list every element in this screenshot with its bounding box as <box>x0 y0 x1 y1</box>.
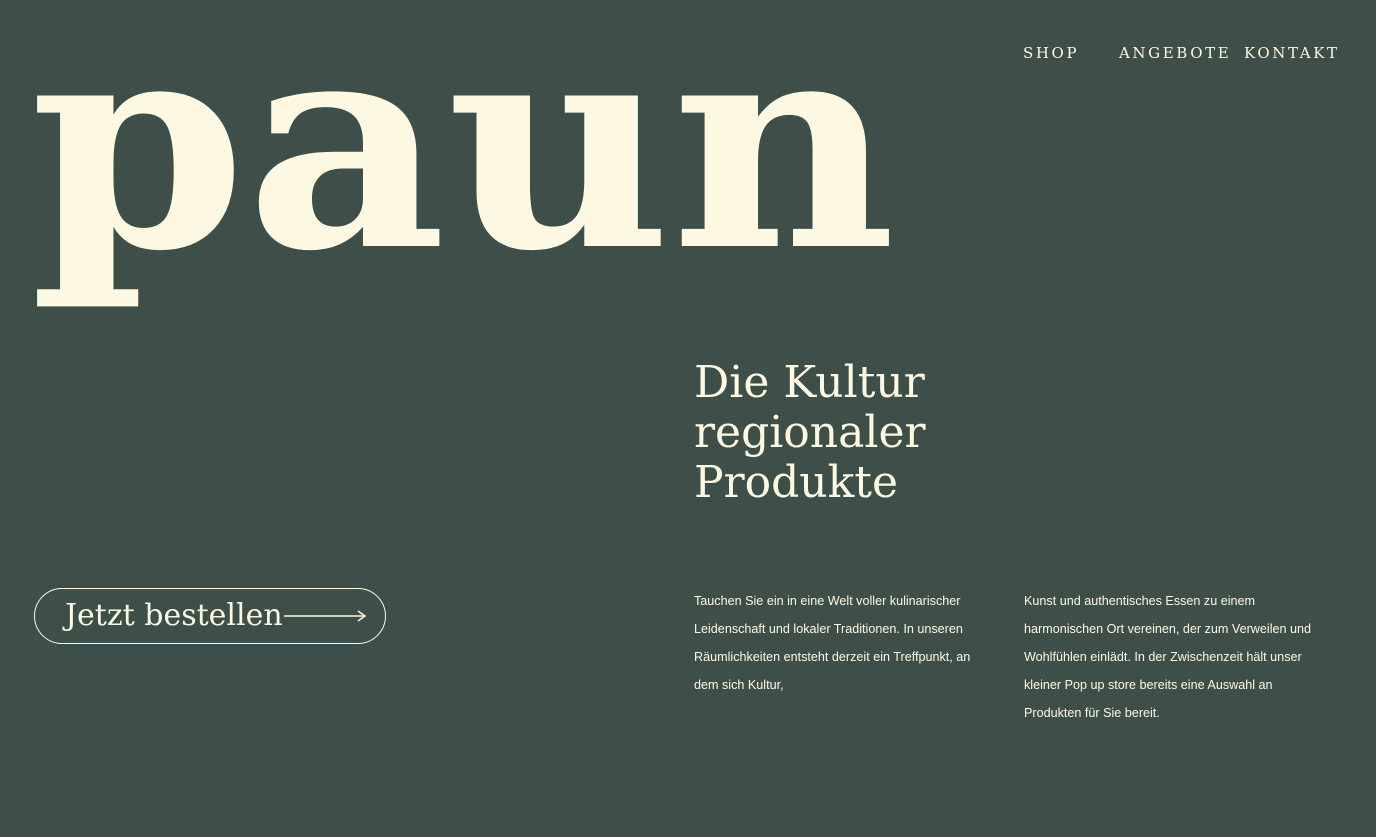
intro-text-line: Tauchen Sie ein in eine Welt voller kuli… <box>694 594 961 608</box>
main-nav: SHOP ANGEBOTE KONTAKT <box>1000 44 1340 66</box>
order-now-button[interactable]: Jetzt bestellen <box>34 588 386 644</box>
intro-text-line: kleiner Pop up store bereits eine Auswah… <box>1024 678 1273 692</box>
hero-headline-line: regionaler <box>694 407 926 458</box>
hero-headline: Die Kultur regionaler Produkte <box>694 358 1014 508</box>
intro-text-line: harmonischen Ort vereinen, der zum Verwe… <box>1024 622 1312 636</box>
nav-link-shop[interactable]: SHOP <box>1023 44 1079 62</box>
brand-logo[interactable]: paun <box>30 30 900 330</box>
intro-text-line: Kunst und authentisches Essen zu einem <box>1024 594 1256 608</box>
arrow-right-icon <box>284 609 368 627</box>
brand-logo-text: paun <box>30 30 896 315</box>
intro-text-line: dem sich Kultur, <box>694 678 784 692</box>
intro-text-line: Räumlichkeiten entsteht derzeit ein Tref… <box>694 650 971 664</box>
intro-text-column-2: Kunst und authentisches Essen zu einem h… <box>1024 587 1344 727</box>
intro-text-line: Leidenschaft und lokaler Traditionen. In… <box>694 622 963 636</box>
order-now-label: Jetzt bestellen <box>65 598 283 633</box>
intro-text-column-1: Tauchen Sie ein in eine Welt voller kuli… <box>694 587 1004 699</box>
intro-text-line: Produkten für Sie bereit. <box>1024 706 1160 720</box>
nav-link-kontakt[interactable]: KONTAKT <box>1244 44 1340 62</box>
intro-text-line: Wohlfühlen einlädt. In der Zwischenzeit … <box>1024 650 1302 664</box>
hero-headline-line: Produkte <box>694 457 899 508</box>
hero-headline-line: Die Kultur <box>694 357 925 408</box>
nav-link-angebote[interactable]: ANGEBOTE <box>1119 44 1231 62</box>
